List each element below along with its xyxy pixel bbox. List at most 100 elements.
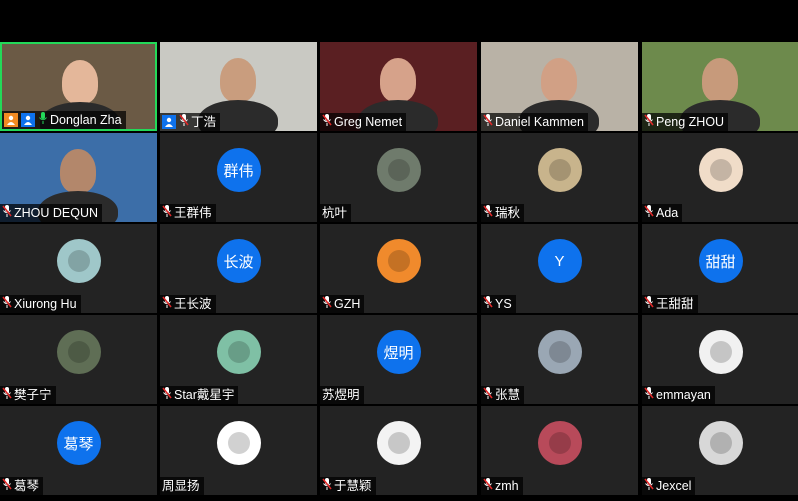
participant-tile[interactable]: 丁浩	[160, 42, 317, 131]
microphone-muted-icon	[644, 204, 656, 222]
avatar	[376, 148, 421, 193]
participant-name-bar: 樊子宁	[0, 386, 56, 404]
avatar: 甜甜	[698, 239, 743, 284]
participant-tile[interactable]: zmh	[481, 406, 638, 495]
participant-grid: Donglan Zha 丁浩 Greg Nemet Daniel Kammen Peng…	[0, 42, 798, 497]
microphone-muted-icon	[322, 477, 334, 495]
participant-tile[interactable]: 杭叶	[320, 133, 477, 222]
participant-face	[220, 58, 256, 102]
participant-tile[interactable]: Donglan Zha	[0, 42, 157, 131]
participant-name-bar: Daniel Kammen	[481, 113, 588, 131]
microphone-muted-icon	[483, 477, 495, 495]
avatar-image	[709, 432, 732, 455]
microphone-muted-icon	[322, 113, 334, 131]
avatar	[376, 239, 421, 284]
participant-name: Daniel Kammen	[495, 115, 584, 129]
participant-name: Star戴星宇	[174, 388, 235, 402]
participant-face	[62, 60, 98, 104]
participant-tile[interactable]: 煜明 苏煜明	[320, 315, 477, 404]
avatar	[698, 148, 743, 193]
participant-name: 于慧颖	[334, 479, 372, 493]
microphone-muted-icon	[179, 113, 191, 131]
participant-name-bar: ZHOU DEQUN	[0, 204, 103, 222]
microphone-muted-icon	[2, 477, 14, 495]
avatar-image	[67, 250, 90, 273]
participant-tile[interactable]: Ada	[642, 133, 798, 222]
avatar	[698, 421, 743, 466]
avatar-image	[227, 341, 250, 364]
participant-name-bar: Donglan Zha	[2, 111, 126, 129]
participant-tile[interactable]: ZHOU DEQUN	[0, 133, 157, 222]
participant-name-bar: GZH	[320, 295, 365, 313]
microphone-muted-icon	[162, 386, 174, 404]
participant-name: YS	[495, 297, 512, 311]
participant-name-bar: Star戴星宇	[160, 386, 239, 404]
microphone-muted-icon	[162, 204, 174, 222]
participant-name: 苏煜明	[322, 388, 360, 402]
participant-name-bar: 于慧颖	[320, 477, 376, 495]
participant-tile[interactable]: 瑞秋	[481, 133, 638, 222]
participant-face	[702, 58, 738, 102]
participant-name-bar: 张慧	[481, 386, 525, 404]
avatar	[537, 330, 582, 375]
participant-name: 杭叶	[322, 206, 348, 220]
participant-tile[interactable]: 葛琴 葛琴	[0, 406, 157, 495]
participant-tile[interactable]: GZH	[320, 224, 477, 313]
microphone-muted-icon	[483, 295, 495, 313]
participant-name-bar: 周显扬	[160, 477, 204, 495]
participant-tile[interactable]: emmayan	[642, 315, 798, 404]
host-icon	[4, 113, 18, 127]
participant-tile[interactable]: 张慧	[481, 315, 638, 404]
participant-name-bar: 葛琴	[0, 477, 44, 495]
participant-name: GZH	[334, 297, 361, 311]
participant-face	[60, 149, 96, 193]
participant-tile[interactable]: Jexcel	[642, 406, 798, 495]
avatar: 群伟	[216, 148, 261, 193]
avatar	[698, 330, 743, 375]
microphone-icon	[38, 111, 50, 129]
participant-name-bar: Greg Nemet	[320, 113, 407, 131]
avatar	[376, 421, 421, 466]
participant-name: Peng ZHOU	[656, 115, 725, 129]
participant-tile[interactable]: 甜甜 王甜甜	[642, 224, 798, 313]
microphone-muted-icon	[644, 386, 656, 404]
participant-name: Xiurong Hu	[14, 297, 77, 311]
participant-tile[interactable]: Daniel Kammen	[481, 42, 638, 131]
avatar-image	[548, 432, 571, 455]
participant-name-bar: 苏煜明	[320, 386, 364, 404]
participant-tile[interactable]: Star戴星宇	[160, 315, 317, 404]
avatar	[537, 148, 582, 193]
participant-tile[interactable]: 群伟 王群伟	[160, 133, 317, 222]
participant-tile[interactable]: Y YS	[481, 224, 638, 313]
microphone-muted-icon	[483, 204, 495, 222]
participant-tile[interactable]: 长波 王长波	[160, 224, 317, 313]
participant-face	[541, 58, 577, 102]
participant-name-bar: Ada	[642, 204, 683, 222]
participant-name-bar: 瑞秋	[481, 204, 525, 222]
user-icon	[21, 113, 35, 127]
participant-tile[interactable]: Xiurong Hu	[0, 224, 157, 313]
microphone-muted-icon	[322, 295, 334, 313]
participant-tile[interactable]: Peng ZHOU	[642, 42, 798, 131]
avatar-image	[387, 250, 410, 273]
avatar: 葛琴	[56, 421, 101, 466]
avatar	[56, 239, 101, 284]
participant-name: 王群伟	[174, 206, 212, 220]
avatar	[216, 330, 261, 375]
microphone-muted-icon	[644, 295, 656, 313]
participant-tile[interactable]: 樊子宁	[0, 315, 157, 404]
avatar: 长波	[216, 239, 261, 284]
avatar-image	[387, 159, 410, 182]
participant-name: 葛琴	[14, 479, 40, 493]
participant-name: 樊子宁	[14, 388, 52, 402]
participant-tile[interactable]: 周显扬	[160, 406, 317, 495]
microphone-muted-icon	[2, 386, 14, 404]
avatar-image	[387, 432, 410, 455]
participant-name: zmh	[495, 479, 519, 493]
avatar-image	[67, 341, 90, 364]
microphone-muted-icon	[483, 113, 495, 131]
participant-name: 周显扬	[162, 479, 200, 493]
participant-tile[interactable]: Greg Nemet	[320, 42, 477, 131]
participant-tile[interactable]: 于慧颖	[320, 406, 477, 495]
user-icon	[162, 115, 176, 129]
